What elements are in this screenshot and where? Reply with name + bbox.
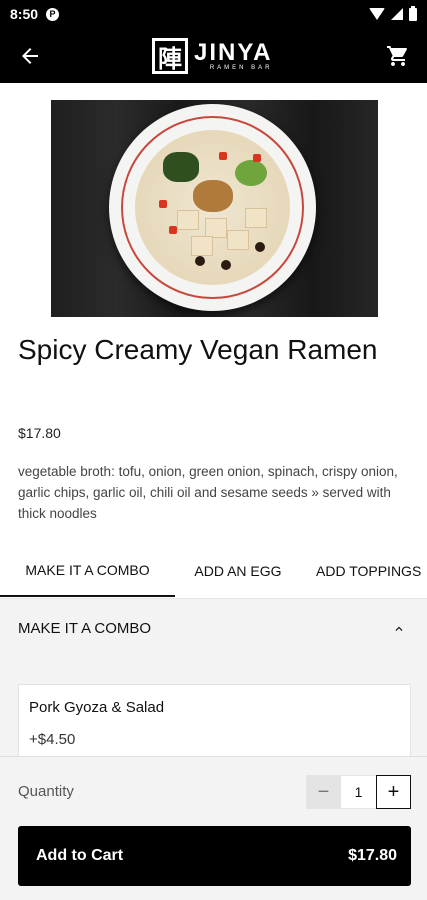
logo-kanji: 陣: [152, 38, 188, 74]
cart-button[interactable]: [383, 41, 413, 71]
wifi-icon: [369, 8, 385, 20]
tab-add-toppings[interactable]: ADD TOPPINGS: [301, 545, 427, 597]
signal-icon: [391, 8, 403, 20]
app-header: 陣 JINYA RAMEN BAR: [0, 28, 427, 83]
tab-make-it-a-combo[interactable]: MAKE IT A COMBO: [0, 545, 175, 597]
tab-add-an-egg[interactable]: ADD AN EGG: [175, 545, 301, 597]
status-bar: 8:50 P: [0, 0, 427, 28]
cart-icon: [387, 46, 407, 66]
bottom-bar: Quantity − 1 + Add to Cart $17.80: [0, 756, 427, 900]
quantity-value: 1: [341, 775, 376, 809]
back-button[interactable]: [14, 40, 46, 72]
ramen-bowl: [109, 104, 316, 311]
product-title: Spicy Creamy Vegan Ramen: [18, 334, 378, 365]
status-time: 8:50: [10, 6, 39, 22]
notification-app-icon: P: [46, 7, 60, 21]
quantity-stepper: − 1 +: [306, 775, 411, 809]
logo-text: JINYA RAMEN BAR: [194, 39, 273, 72]
option-name: Pork Gyoza & Salad: [29, 699, 165, 716]
add-to-cart-price: $17.80: [348, 847, 397, 864]
quantity-decrease-button[interactable]: −: [306, 775, 341, 809]
chevron-up-icon[interactable]: [389, 619, 409, 639]
quantity-increase-button[interactable]: +: [376, 775, 411, 809]
option-price: +$4.50: [29, 731, 76, 748]
product-description: vegetable broth: tofu, onion, green onio…: [18, 464, 398, 521]
battery-icon: [409, 5, 417, 21]
add-to-cart-button[interactable]: Add to Cart $17.80: [18, 826, 411, 886]
arrow-left-icon: [22, 48, 38, 64]
product-photo: [51, 100, 378, 317]
option-tabs: MAKE IT A COMBO ADD AN EGG ADD TOPPINGS: [0, 545, 427, 597]
product-price: $17.80: [18, 425, 61, 441]
add-to-cart-label: Add to Cart: [36, 847, 124, 864]
status-icons: [369, 5, 417, 21]
logo-word: JINYA: [194, 39, 273, 66]
logo-subtitle: RAMEN BAR: [209, 65, 273, 71]
combo-section-body: Pork Gyoza & Salad +$4.50: [0, 658, 427, 774]
combo-section-header[interactable]: MAKE IT A COMBO: [0, 598, 427, 658]
section-title: MAKE IT A COMBO: [18, 620, 152, 637]
quantity-label: Quantity: [18, 783, 74, 800]
jinya-logo: 陣 JINYA RAMEN BAR: [152, 36, 272, 76]
